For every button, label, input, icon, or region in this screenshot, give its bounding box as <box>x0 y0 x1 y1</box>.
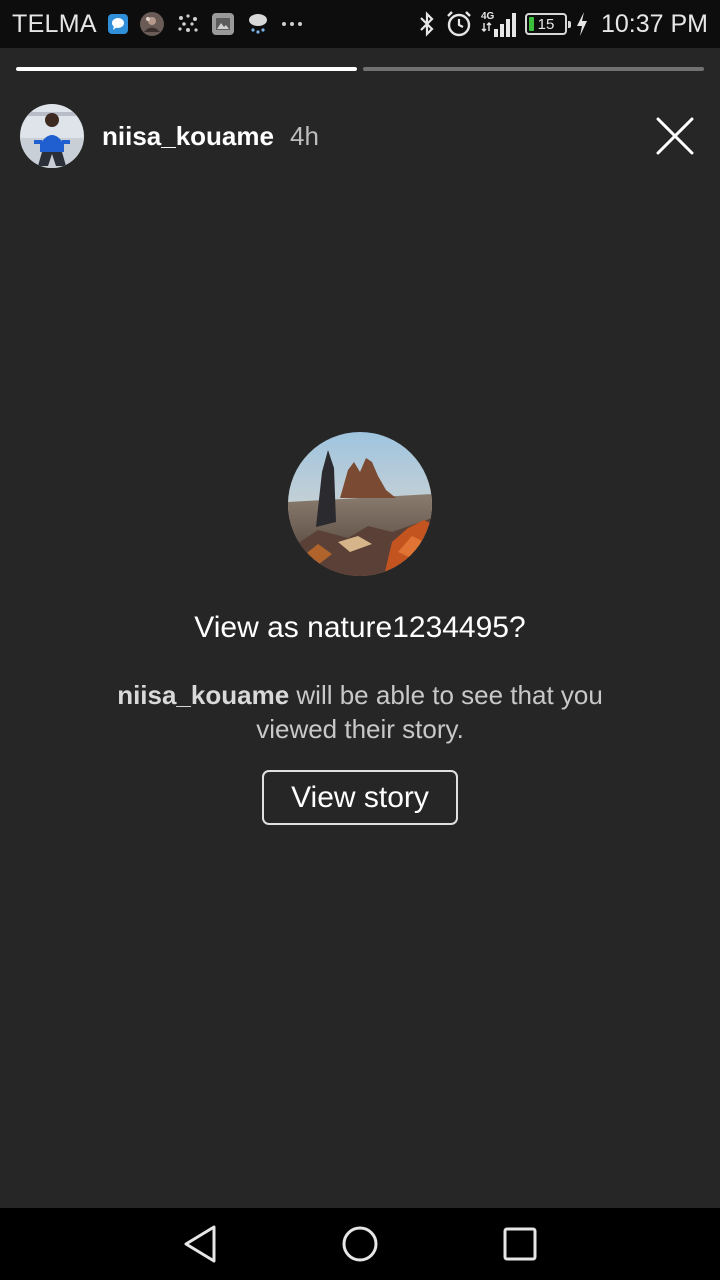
bluetooth-icon <box>417 11 437 37</box>
story-username[interactable]: niisa_kouame <box>102 121 274 152</box>
network-label: 4G <box>481 11 495 22</box>
battery-indicator: 15 <box>524 13 571 35</box>
nav-recents-button[interactable] <box>496 1220 544 1268</box>
nav-home-button[interactable] <box>336 1220 384 1268</box>
more-dots-icon <box>281 19 303 29</box>
story-header: niisa_kouame 4h <box>20 104 700 168</box>
story-progress-bar <box>16 67 704 71</box>
weather-rain-icon <box>245 11 271 37</box>
status-bar-left: TELMA <box>12 10 303 39</box>
status-bar-right: 4G 15 10:37 PM <box>417 9 708 39</box>
description-username: niisa_kouame <box>117 680 290 710</box>
gallery-icon <box>211 12 235 36</box>
charging-bolt-icon <box>575 11 589 37</box>
carrier-name: TELMA <box>12 9 97 38</box>
battery-fill <box>528 17 535 31</box>
view-as-title: View as nature1234495? <box>194 611 526 644</box>
alarm-icon <box>445 10 473 38</box>
story-progress-segment-2 <box>363 67 704 71</box>
back-icon <box>184 1225 216 1263</box>
user-avatar[interactable] <box>20 104 84 168</box>
status-bar: TELMA 4G 15 10:37 PM <box>0 0 720 48</box>
close-button[interactable] <box>655 116 695 156</box>
navigation-bar <box>0 1208 720 1280</box>
story-progress-fill-1 <box>16 67 357 71</box>
view-as-description: niisa_kouame will be able to see that yo… <box>110 678 610 746</box>
messenger-icon <box>107 13 129 35</box>
nav-back-button[interactable] <box>176 1220 224 1268</box>
home-icon <box>342 1226 378 1262</box>
story-screen: TELMA 4G 15 10:37 PM niisa_kouame 4h Vie… <box>0 0 720 1280</box>
description-text: will be able to see that you viewed thei… <box>256 680 603 744</box>
story-progress-segment-1 <box>16 67 357 71</box>
signal-4g-icon: 4G <box>481 9 517 39</box>
account-avatar <box>288 432 432 576</box>
recents-icon <box>503 1227 537 1261</box>
battery-level: 15 <box>537 15 555 33</box>
profile-photo-icon <box>139 11 165 37</box>
clock-time: 10:37 PM <box>600 9 708 38</box>
close-icon <box>656 117 694 155</box>
story-age: 4h <box>289 120 319 151</box>
app-icon <box>175 11 201 37</box>
view-story-button[interactable]: View story <box>262 770 458 825</box>
